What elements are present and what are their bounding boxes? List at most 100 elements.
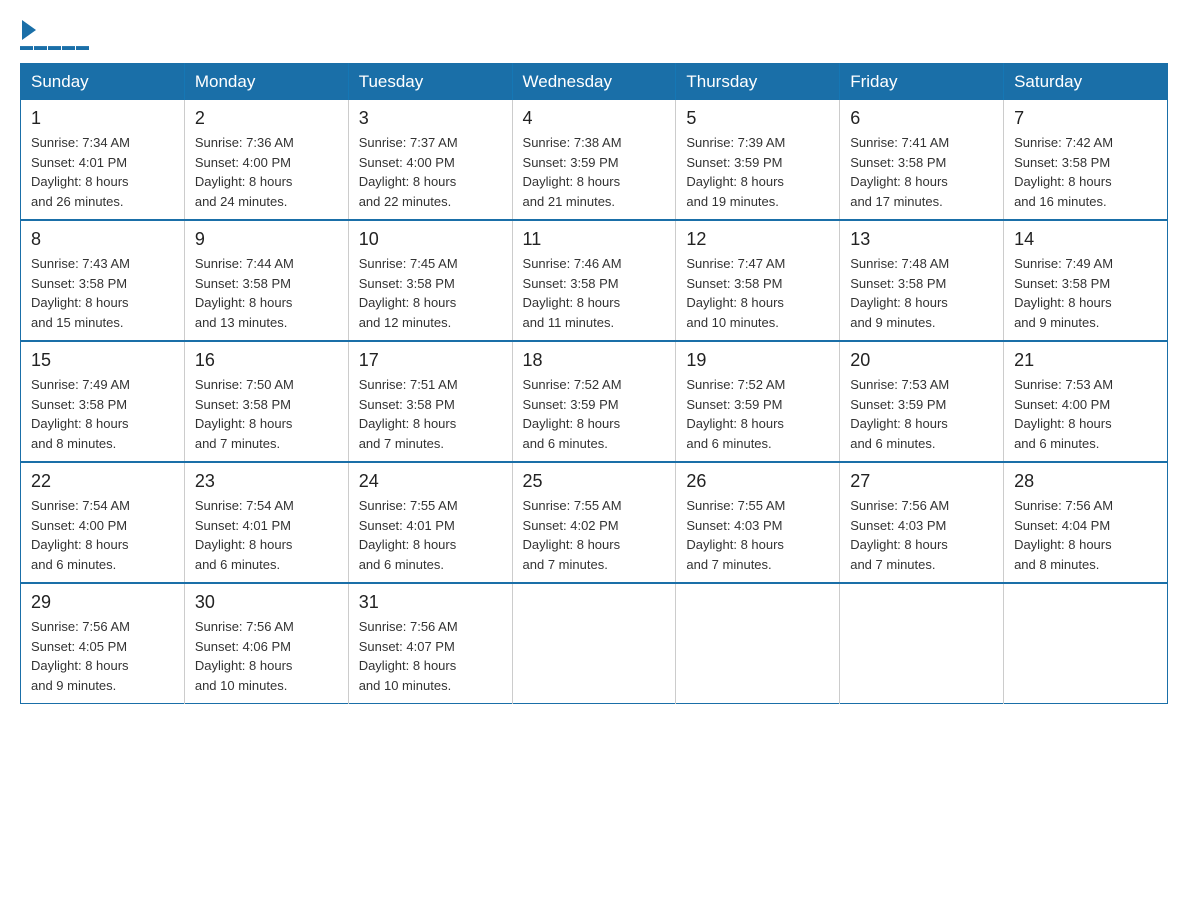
- calendar-day-cell: 19 Sunrise: 7:52 AMSunset: 3:59 PMDaylig…: [676, 341, 840, 462]
- calendar-week-row: 1 Sunrise: 7:34 AMSunset: 4:01 PMDayligh…: [21, 100, 1168, 220]
- calendar-day-cell: 30 Sunrise: 7:56 AMSunset: 4:06 PMDaylig…: [184, 583, 348, 704]
- day-number: 25: [523, 471, 666, 492]
- calendar-day-cell: 4 Sunrise: 7:38 AMSunset: 3:59 PMDayligh…: [512, 100, 676, 220]
- calendar-day-cell: 9 Sunrise: 7:44 AMSunset: 3:58 PMDayligh…: [184, 220, 348, 341]
- weekday-header-friday: Friday: [840, 64, 1004, 101]
- weekday-header-sunday: Sunday: [21, 64, 185, 101]
- day-info: Sunrise: 7:55 AMSunset: 4:03 PMDaylight:…: [686, 498, 785, 572]
- calendar-day-cell: 16 Sunrise: 7:50 AMSunset: 3:58 PMDaylig…: [184, 341, 348, 462]
- day-info: Sunrise: 7:49 AMSunset: 3:58 PMDaylight:…: [31, 377, 130, 451]
- calendar-day-cell: [512, 583, 676, 704]
- calendar-week-row: 22 Sunrise: 7:54 AMSunset: 4:00 PMDaylig…: [21, 462, 1168, 583]
- day-info: Sunrise: 7:39 AMSunset: 3:59 PMDaylight:…: [686, 135, 785, 209]
- day-info: Sunrise: 7:54 AMSunset: 4:00 PMDaylight:…: [31, 498, 130, 572]
- day-info: Sunrise: 7:56 AMSunset: 4:04 PMDaylight:…: [1014, 498, 1113, 572]
- day-info: Sunrise: 7:53 AMSunset: 4:00 PMDaylight:…: [1014, 377, 1113, 451]
- calendar-day-cell: 6 Sunrise: 7:41 AMSunset: 3:58 PMDayligh…: [840, 100, 1004, 220]
- weekday-header-tuesday: Tuesday: [348, 64, 512, 101]
- day-number: 14: [1014, 229, 1157, 250]
- day-info: Sunrise: 7:55 AMSunset: 4:02 PMDaylight:…: [523, 498, 622, 572]
- day-number: 15: [31, 350, 174, 371]
- calendar-day-cell: 20 Sunrise: 7:53 AMSunset: 3:59 PMDaylig…: [840, 341, 1004, 462]
- day-info: Sunrise: 7:49 AMSunset: 3:58 PMDaylight:…: [1014, 256, 1113, 330]
- day-info: Sunrise: 7:50 AMSunset: 3:58 PMDaylight:…: [195, 377, 294, 451]
- day-info: Sunrise: 7:36 AMSunset: 4:00 PMDaylight:…: [195, 135, 294, 209]
- day-info: Sunrise: 7:53 AMSunset: 3:59 PMDaylight:…: [850, 377, 949, 451]
- day-number: 29: [31, 592, 174, 613]
- day-number: 24: [359, 471, 502, 492]
- day-info: Sunrise: 7:47 AMSunset: 3:58 PMDaylight:…: [686, 256, 785, 330]
- day-info: Sunrise: 7:46 AMSunset: 3:58 PMDaylight:…: [523, 256, 622, 330]
- calendar-day-cell: 24 Sunrise: 7:55 AMSunset: 4:01 PMDaylig…: [348, 462, 512, 583]
- day-info: Sunrise: 7:48 AMSunset: 3:58 PMDaylight:…: [850, 256, 949, 330]
- calendar-day-cell: 17 Sunrise: 7:51 AMSunset: 3:58 PMDaylig…: [348, 341, 512, 462]
- calendar-day-cell: 15 Sunrise: 7:49 AMSunset: 3:58 PMDaylig…: [21, 341, 185, 462]
- day-number: 23: [195, 471, 338, 492]
- calendar-day-cell: 10 Sunrise: 7:45 AMSunset: 3:58 PMDaylig…: [348, 220, 512, 341]
- calendar-day-cell: 1 Sunrise: 7:34 AMSunset: 4:01 PMDayligh…: [21, 100, 185, 220]
- calendar-table: SundayMondayTuesdayWednesdayThursdayFrid…: [20, 63, 1168, 704]
- day-number: 6: [850, 108, 993, 129]
- day-info: Sunrise: 7:54 AMSunset: 4:01 PMDaylight:…: [195, 498, 294, 572]
- calendar-day-cell: 3 Sunrise: 7:37 AMSunset: 4:00 PMDayligh…: [348, 100, 512, 220]
- weekday-header-saturday: Saturday: [1004, 64, 1168, 101]
- day-number: 3: [359, 108, 502, 129]
- day-info: Sunrise: 7:41 AMSunset: 3:58 PMDaylight:…: [850, 135, 949, 209]
- calendar-day-cell: 27 Sunrise: 7:56 AMSunset: 4:03 PMDaylig…: [840, 462, 1004, 583]
- calendar-day-cell: 23 Sunrise: 7:54 AMSunset: 4:01 PMDaylig…: [184, 462, 348, 583]
- calendar-day-cell: 18 Sunrise: 7:52 AMSunset: 3:59 PMDaylig…: [512, 341, 676, 462]
- day-number: 19: [686, 350, 829, 371]
- day-number: 21: [1014, 350, 1157, 371]
- calendar-day-cell: [840, 583, 1004, 704]
- day-info: Sunrise: 7:45 AMSunset: 3:58 PMDaylight:…: [359, 256, 458, 330]
- day-info: Sunrise: 7:56 AMSunset: 4:06 PMDaylight:…: [195, 619, 294, 693]
- day-info: Sunrise: 7:55 AMSunset: 4:01 PMDaylight:…: [359, 498, 458, 572]
- day-info: Sunrise: 7:44 AMSunset: 3:58 PMDaylight:…: [195, 256, 294, 330]
- day-number: 7: [1014, 108, 1157, 129]
- day-number: 30: [195, 592, 338, 613]
- calendar-day-cell: 29 Sunrise: 7:56 AMSunset: 4:05 PMDaylig…: [21, 583, 185, 704]
- calendar-day-cell: 14 Sunrise: 7:49 AMSunset: 3:58 PMDaylig…: [1004, 220, 1168, 341]
- day-number: 16: [195, 350, 338, 371]
- day-number: 18: [523, 350, 666, 371]
- day-info: Sunrise: 7:52 AMSunset: 3:59 PMDaylight:…: [686, 377, 785, 451]
- calendar-day-cell: 11 Sunrise: 7:46 AMSunset: 3:58 PMDaylig…: [512, 220, 676, 341]
- calendar-day-cell: 31 Sunrise: 7:56 AMSunset: 4:07 PMDaylig…: [348, 583, 512, 704]
- day-info: Sunrise: 7:56 AMSunset: 4:03 PMDaylight:…: [850, 498, 949, 572]
- day-number: 9: [195, 229, 338, 250]
- weekday-header-thursday: Thursday: [676, 64, 840, 101]
- day-number: 12: [686, 229, 829, 250]
- day-number: 11: [523, 229, 666, 250]
- calendar-week-row: 29 Sunrise: 7:56 AMSunset: 4:05 PMDaylig…: [21, 583, 1168, 704]
- day-number: 31: [359, 592, 502, 613]
- day-info: Sunrise: 7:43 AMSunset: 3:58 PMDaylight:…: [31, 256, 130, 330]
- day-number: 8: [31, 229, 174, 250]
- calendar-day-cell: 13 Sunrise: 7:48 AMSunset: 3:58 PMDaylig…: [840, 220, 1004, 341]
- weekday-header-wednesday: Wednesday: [512, 64, 676, 101]
- day-info: Sunrise: 7:34 AMSunset: 4:01 PMDaylight:…: [31, 135, 130, 209]
- calendar-day-cell: 25 Sunrise: 7:55 AMSunset: 4:02 PMDaylig…: [512, 462, 676, 583]
- day-number: 26: [686, 471, 829, 492]
- day-info: Sunrise: 7:52 AMSunset: 3:59 PMDaylight:…: [523, 377, 622, 451]
- weekday-header-monday: Monday: [184, 64, 348, 101]
- calendar-day-cell: 12 Sunrise: 7:47 AMSunset: 3:58 PMDaylig…: [676, 220, 840, 341]
- day-number: 17: [359, 350, 502, 371]
- logo-arrow-icon: [22, 20, 36, 40]
- calendar-day-cell: [1004, 583, 1168, 704]
- day-number: 22: [31, 471, 174, 492]
- day-info: Sunrise: 7:38 AMSunset: 3:59 PMDaylight:…: [523, 135, 622, 209]
- day-number: 1: [31, 108, 174, 129]
- day-number: 28: [1014, 471, 1157, 492]
- day-number: 20: [850, 350, 993, 371]
- day-number: 10: [359, 229, 502, 250]
- day-info: Sunrise: 7:56 AMSunset: 4:07 PMDaylight:…: [359, 619, 458, 693]
- day-info: Sunrise: 7:37 AMSunset: 4:00 PMDaylight:…: [359, 135, 458, 209]
- calendar-day-cell: [676, 583, 840, 704]
- calendar-day-cell: 28 Sunrise: 7:56 AMSunset: 4:04 PMDaylig…: [1004, 462, 1168, 583]
- calendar-day-cell: 21 Sunrise: 7:53 AMSunset: 4:00 PMDaylig…: [1004, 341, 1168, 462]
- calendar-week-row: 15 Sunrise: 7:49 AMSunset: 3:58 PMDaylig…: [21, 341, 1168, 462]
- logo-underline: ▬▬▬▬▬: [20, 38, 90, 53]
- calendar-day-cell: 2 Sunrise: 7:36 AMSunset: 4:00 PMDayligh…: [184, 100, 348, 220]
- day-info: Sunrise: 7:42 AMSunset: 3:58 PMDaylight:…: [1014, 135, 1113, 209]
- calendar-week-row: 8 Sunrise: 7:43 AMSunset: 3:58 PMDayligh…: [21, 220, 1168, 341]
